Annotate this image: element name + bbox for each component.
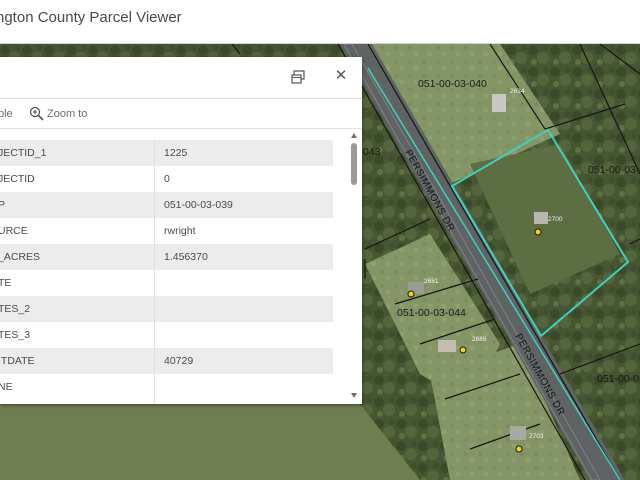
zoom-to-label: Zoom to	[47, 107, 88, 120]
scroll-down-arrow-icon[interactable]	[351, 393, 357, 398]
attribute-name: TES_2	[0, 303, 31, 315]
attribute-value: rwright	[164, 225, 196, 237]
table-row: P 051-00-03-039	[0, 192, 333, 218]
popup-actions: ble Zoom to	[0, 99, 362, 129]
attribute-name: NE	[0, 381, 13, 393]
dock-icon[interactable]	[291, 70, 305, 84]
table-row: _ACRES 1.456370	[0, 244, 333, 270]
zoom-in-icon	[29, 106, 44, 121]
view-table-button[interactable]: ble	[0, 108, 13, 120]
attribute-value: 40729	[164, 355, 194, 367]
close-icon[interactable]: ✕	[334, 68, 348, 84]
scroll-up-arrow-icon[interactable]	[351, 133, 357, 138]
attribute-table: JECTID_1 1225 JECTID 0 P 051-00-03-039 U…	[0, 140, 346, 404]
popup-header: ✕	[0, 57, 362, 99]
table-row: TES_2	[0, 296, 333, 322]
attribute-name: ITDATE	[0, 355, 35, 367]
app-header: ngton County Parcel Viewer	[0, 0, 640, 44]
attribute-value: 0	[164, 173, 170, 185]
attribute-name: _ACRES	[0, 251, 41, 263]
building	[510, 426, 526, 440]
building	[492, 94, 506, 112]
address-label: 2681	[424, 278, 439, 285]
parcel-label: 051-00-0	[597, 373, 640, 385]
popup-scrollbar[interactable]	[346, 129, 362, 404]
attribute-name: TE	[0, 277, 12, 289]
attribute-name: JECTID_1	[0, 147, 47, 159]
building	[438, 340, 456, 352]
address-label: 2689	[472, 336, 487, 343]
table-row: ITDATE 40729	[0, 348, 333, 374]
attribute-value: 051-00-03-039	[164, 199, 233, 211]
building	[534, 212, 548, 224]
table-row: URCE rwright	[0, 218, 333, 244]
address-point[interactable]	[407, 290, 415, 298]
attribute-name: P	[0, 199, 6, 211]
field-area	[0, 404, 420, 480]
attribute-name: JECTID	[0, 173, 35, 185]
app-title: ngton County Parcel Viewer	[0, 9, 182, 26]
scroll-thumb[interactable]	[351, 143, 357, 185]
table-row: NE	[0, 374, 333, 400]
address-point[interactable]	[534, 228, 542, 236]
table-row: TES_3	[0, 322, 333, 348]
attribute-value: 1225	[164, 147, 188, 159]
parcel-label: 043	[363, 146, 381, 158]
address-label: 2634	[510, 88, 525, 95]
address-point[interactable]	[459, 346, 467, 354]
address-label: 2700	[548, 216, 563, 223]
feature-popup: ✕ ble Zoom to JECTID_1 1225 JECTID 0 P 0…	[0, 57, 362, 404]
parcel-label: 051-00-03-040	[418, 78, 487, 90]
column-divider	[154, 140, 155, 404]
parcel-label: 051-00-03-03	[588, 164, 640, 176]
attribute-name: TES_3	[0, 329, 31, 341]
parcel-label: 051-00-03-044	[397, 307, 466, 319]
table-row: JECTID_1 1225	[0, 140, 333, 166]
attribute-name: URCE	[0, 225, 28, 237]
address-point[interactable]	[515, 445, 523, 453]
attribute-value: 1.456370	[164, 251, 208, 263]
table-row: TE	[0, 270, 333, 296]
table-row: JECTID 0	[0, 166, 333, 192]
zoom-to-button[interactable]: Zoom to	[29, 106, 87, 121]
address-label: 2703	[529, 433, 544, 440]
